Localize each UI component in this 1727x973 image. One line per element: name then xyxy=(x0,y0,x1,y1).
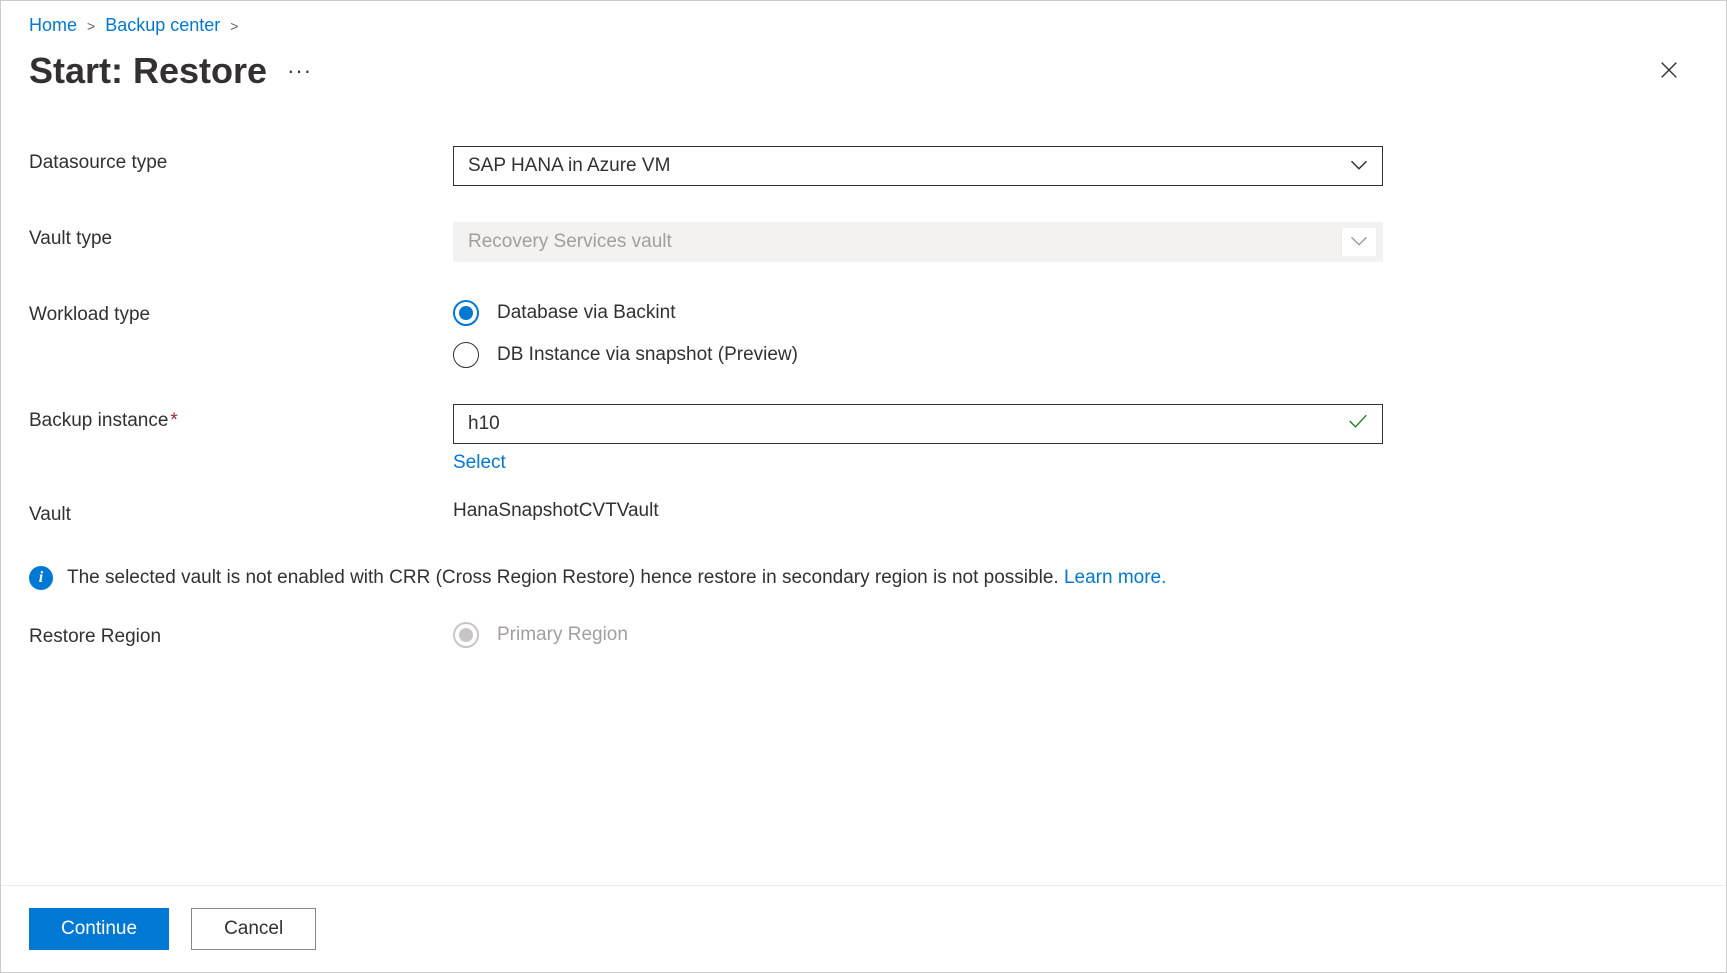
chevron-down-icon xyxy=(1350,155,1368,177)
vault-label: Vault xyxy=(29,498,453,526)
breadcrumb: Home > Backup center > xyxy=(1,1,1726,42)
datasource-type-value: SAP HANA in Azure VM xyxy=(468,155,670,177)
radio-circle-icon xyxy=(453,622,479,648)
select-link[interactable]: Select xyxy=(453,452,506,474)
more-actions-icon[interactable]: ··· xyxy=(287,58,312,84)
backup-instance-input[interactable]: h10 xyxy=(453,404,1383,444)
vault-type-value: Recovery Services vault xyxy=(468,231,672,253)
info-banner: i The selected vault is not enabled with… xyxy=(1,566,1726,590)
chevron-right-icon: > xyxy=(230,18,238,34)
radio-circle-icon xyxy=(453,342,479,368)
vault-type-dropdown: Recovery Services vault xyxy=(453,222,1383,262)
chevron-right-icon: > xyxy=(87,18,95,34)
footer-actions: Continue Cancel xyxy=(1,885,1726,972)
vault-value: HanaSnapshotCVTVault xyxy=(453,498,1383,522)
chevron-down-icon xyxy=(1350,231,1368,253)
datasource-type-dropdown[interactable]: SAP HANA in Azure VM xyxy=(453,146,1383,186)
breadcrumb-backup-center[interactable]: Backup center xyxy=(105,15,220,36)
cancel-button[interactable]: Cancel xyxy=(191,908,316,950)
page-header: Start: Restore ··· xyxy=(1,42,1726,106)
learn-more-link[interactable]: Learn more. xyxy=(1064,567,1166,589)
datasource-type-label: Datasource type xyxy=(29,146,453,174)
workload-radio-backint[interactable]: Database via Backint xyxy=(453,300,1383,326)
required-indicator: * xyxy=(170,410,177,431)
workload-type-label: Workload type xyxy=(29,298,453,326)
page-title: Start: Restore xyxy=(29,50,267,92)
backup-instance-value: h10 xyxy=(468,413,500,435)
workload-type-radio-group: Database via Backint DB Instance via sna… xyxy=(453,298,1383,368)
info-icon: i xyxy=(29,566,53,590)
radio-circle-icon xyxy=(453,300,479,326)
workload-radio-snapshot-label: DB Instance via snapshot (Preview) xyxy=(497,344,798,366)
restore-region-primary: Primary Region xyxy=(453,622,1383,648)
close-button[interactable] xyxy=(1652,53,1686,90)
continue-button[interactable]: Continue xyxy=(29,908,169,950)
info-text: The selected vault is not enabled with C… xyxy=(67,567,1166,589)
restore-region-label: Restore Region xyxy=(29,620,453,648)
vault-type-label: Vault type xyxy=(29,222,453,250)
valid-checkmark-icon xyxy=(1348,413,1368,435)
restore-region-radio-group: Primary Region xyxy=(453,620,1383,648)
restore-region-primary-label: Primary Region xyxy=(497,624,628,646)
workload-radio-snapshot[interactable]: DB Instance via snapshot (Preview) xyxy=(453,342,1383,368)
workload-radio-backint-label: Database via Backint xyxy=(497,302,676,324)
backup-instance-label: Backup instance* xyxy=(29,404,453,432)
breadcrumb-home[interactable]: Home xyxy=(29,15,77,36)
close-icon xyxy=(1658,59,1680,81)
